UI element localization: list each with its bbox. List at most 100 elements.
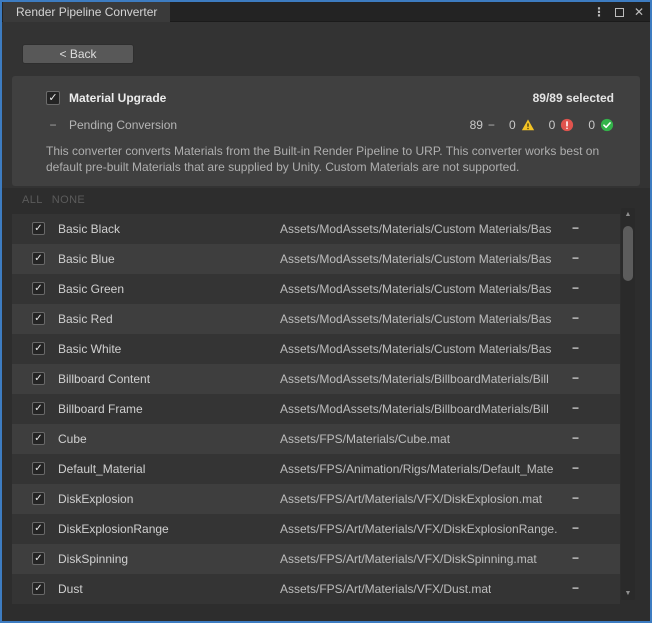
check-icon: ✓ [34, 584, 42, 594]
check-icon: ✓ [34, 494, 42, 504]
all-button[interactable]: ALL [22, 194, 43, 206]
material-name: DiskSpinning [58, 552, 128, 566]
material-name: Basic Blue [58, 252, 115, 266]
check-icon: ✓ [34, 554, 42, 564]
converter-title: Material Upgrade [69, 91, 166, 105]
row-pending-dash-icon: − [572, 281, 579, 295]
row-pending-dash-icon: − [572, 221, 579, 235]
material-name: DiskExplosionRange [58, 522, 169, 536]
row-checkbox[interactable]: ✓ [32, 312, 45, 325]
row-pending-dash-icon: − [572, 491, 579, 505]
list-row[interactable]: ✓ Basic Blue Assets/ModAssets/Materials/Cu… [12, 244, 620, 274]
row-checkbox[interactable]: ✓ [32, 402, 45, 415]
row-checkbox[interactable]: ✓ [32, 522, 45, 535]
material-name: Basic Black [58, 222, 120, 236]
pending-conversion-row[interactable]: − Pending Conversion 89 − 0 0 [46, 118, 614, 132]
list-row[interactable]: ✓ Basic Black Assets/ModAssets/Materials/C… [12, 214, 620, 244]
close-icon[interactable]: ✕ [634, 5, 644, 19]
check-icon: ✓ [34, 374, 42, 384]
check-icon: ✓ [34, 284, 42, 294]
row-pending-dash-icon: − [572, 461, 579, 475]
list-row[interactable]: ✓ Basic White Assets/ModAssets/Materials/C… [12, 334, 620, 364]
row-pending-dash-icon: − [572, 431, 579, 445]
row-checkbox[interactable]: ✓ [32, 582, 45, 595]
row-pending-dash-icon: − [572, 401, 579, 415]
check-icon: ✓ [48, 93, 57, 104]
success-icon [600, 118, 614, 132]
material-path: Assets/FPS/Art/Materials/VFX/DiskExplosi… [280, 522, 557, 536]
list-row[interactable]: ✓ Basic Red Assets/ModAssets/Materials/Cus… [12, 304, 620, 334]
window-controls: ⋮ ✕ [593, 2, 644, 22]
warning-icon [521, 118, 535, 132]
row-pending-dash-icon: − [572, 551, 579, 565]
render-pipeline-converter-window: Render Pipeline Converter ⋮ ✕ < Back ✓ M… [0, 0, 652, 623]
material-path: Assets/ModAssets/Materials/Custom Materi… [280, 342, 551, 356]
material-name: Basic White [58, 342, 121, 356]
error-icon [560, 118, 574, 132]
scrollbar[interactable]: ▲ ▼ [621, 208, 635, 600]
material-name: Billboard Content [58, 372, 150, 386]
material-name: Basic Green [58, 282, 124, 296]
kebab-menu-icon[interactable]: ⋮ [593, 5, 605, 19]
row-checkbox[interactable]: ✓ [32, 252, 45, 265]
material-name: Cube [58, 432, 87, 446]
tab-render-pipeline-converter[interactable]: Render Pipeline Converter [3, 2, 170, 22]
check-icon: ✓ [34, 224, 42, 234]
titlebar: Render Pipeline Converter ⋮ ✕ [2, 2, 650, 22]
status-counts: 89 − 0 0 0 [470, 118, 614, 132]
converter-checkbox[interactable]: ✓ [46, 91, 60, 105]
check-icon: ✓ [34, 314, 42, 324]
row-checkbox[interactable]: ✓ [32, 492, 45, 505]
material-path: Assets/ModAssets/Materials/Custom Materi… [280, 312, 551, 326]
maximize-icon[interactable] [615, 8, 624, 17]
list-row[interactable]: ✓DustAssets/FPS/Art/Materials/VFX/Dust.m… [12, 574, 620, 604]
list-row[interactable]: ✓ Cube Assets/FPS/Materials/Cube.mat − [12, 424, 620, 454]
material-path: Assets/ModAssets/Materials/Custom Materi… [280, 252, 551, 266]
row-pending-dash-icon: − [572, 251, 579, 265]
material-list: ✓ Basic Black Assets/ModAssets/Materials/C… [12, 214, 620, 604]
row-checkbox[interactable]: ✓ [32, 432, 45, 445]
material-path: Assets/ModAssets/Materials/Custom Materi… [280, 222, 551, 236]
converter-description: This converter converts Materials from t… [46, 143, 618, 175]
material-path: Assets/FPS/Art/Materials/VFX/Dust.mat [280, 582, 491, 596]
check-icon: ✓ [34, 254, 42, 264]
scroll-up-icon[interactable]: ▲ [621, 208, 635, 221]
row-pending-dash-icon: − [572, 341, 579, 355]
row-pending-dash-icon: − [572, 371, 579, 385]
material-path: Assets/FPS/Animation/Rigs/Materials/Defa… [280, 462, 553, 476]
list-row[interactable]: ✓Billboard FrameAssets/ModAssets/Materia… [12, 394, 620, 424]
back-button[interactable]: < Back [22, 44, 134, 64]
check-icon: ✓ [34, 404, 42, 414]
list-row[interactable]: ✓Basic GreenAssets/ModAssets/Materials/C… [12, 274, 620, 304]
row-checkbox[interactable]: ✓ [32, 282, 45, 295]
material-path: Assets/ModAssets/Materials/BillboardMate… [280, 402, 549, 416]
row-pending-dash-icon: − [572, 581, 579, 595]
material-name: DiskExplosion [58, 492, 133, 506]
list-row[interactable]: ✓Billboard ContentAssets/ModAssets/Mater… [12, 364, 620, 394]
list-row[interactable]: ✓DiskExplosionAssets/FPS/Art/Materials/V… [12, 484, 620, 514]
scroll-thumb[interactable] [623, 226, 633, 281]
material-path: Assets/FPS/Art/Materials/VFX/DiskSpinnin… [280, 552, 537, 566]
pending-dash-icon: − [488, 118, 495, 132]
error-count: 0 [549, 118, 556, 132]
material-name: Default_Material [58, 462, 145, 476]
list-row[interactable]: ✓ DiskSpinning Assets/FPS/Art/Materials/VF… [12, 544, 620, 574]
selection-shortcuts: ALL NONE [22, 194, 94, 206]
list-row[interactable]: ✓ DiskExplosionRange Assets/FPS/Art/Materi… [12, 514, 620, 544]
row-checkbox[interactable]: ✓ [32, 462, 45, 475]
window-title: Render Pipeline Converter [16, 5, 157, 19]
list-row[interactable]: ✓ Default_Material Assets/FPS/Animation/Ri… [12, 454, 620, 484]
none-button[interactable]: NONE [52, 194, 85, 206]
row-checkbox[interactable]: ✓ [32, 372, 45, 385]
scroll-down-icon[interactable]: ▼ [621, 587, 635, 600]
converter-panel[interactable]: ✓ Material Upgrade 89/89 selected − Pend… [12, 76, 640, 186]
foldout-dash-icon: − [46, 118, 60, 132]
selected-count: 89/89 selected [533, 91, 614, 105]
check-icon: ✓ [34, 464, 42, 474]
material-path: Assets/FPS/Materials/Cube.mat [280, 432, 450, 446]
material-name: Basic Red [58, 312, 113, 326]
row-checkbox[interactable]: ✓ [32, 552, 45, 565]
row-checkbox[interactable]: ✓ [32, 222, 45, 235]
row-checkbox[interactable]: ✓ [32, 342, 45, 355]
material-list-section: ALL NONE ✓ Basic Black Assets/ModAssets/Mat… [2, 188, 650, 621]
